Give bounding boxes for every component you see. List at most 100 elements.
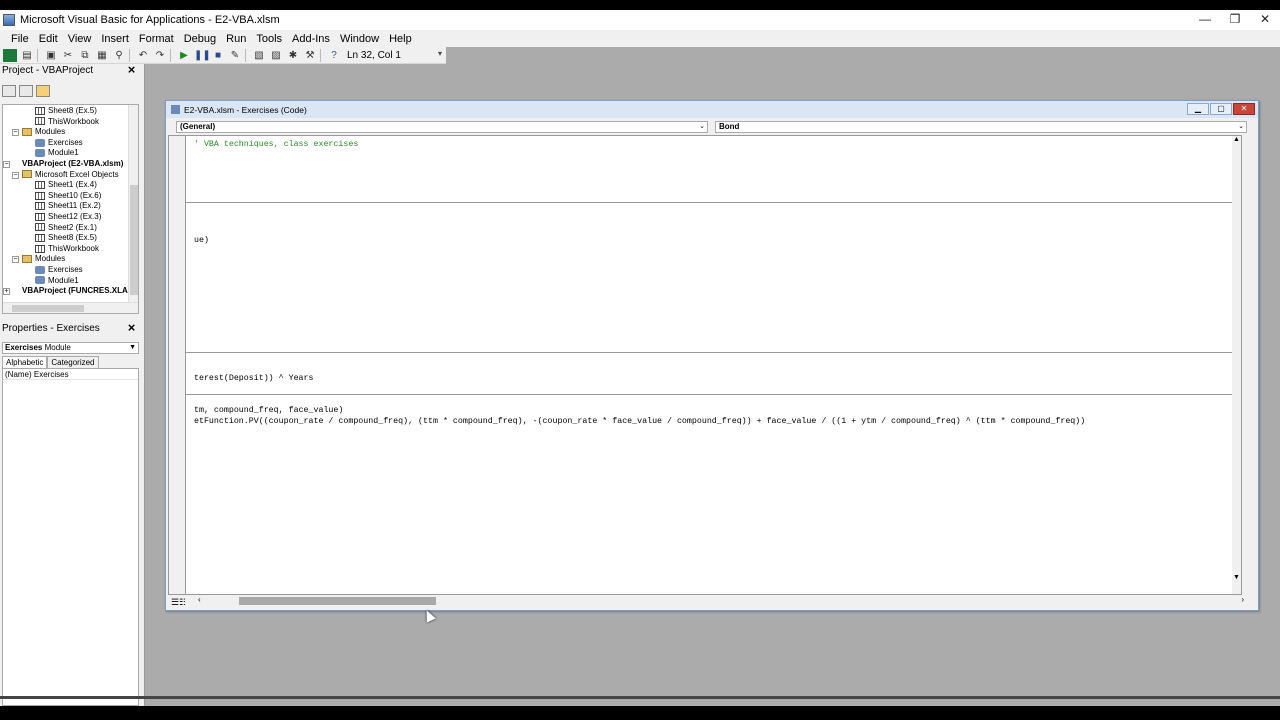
menu-insert[interactable]: Insert	[96, 33, 134, 45]
tree-node-project[interactable]: VBAProject (E2-VBA.xlsm)	[9, 159, 123, 170]
expand-toggle-icon[interactable]: −	[3, 161, 10, 168]
tree-node-sheet[interactable]: ThisWorkbook	[35, 244, 99, 255]
chevron-down-icon[interactable]: ▼	[129, 343, 136, 353]
scroll-right-icon[interactable]: ›	[1241, 595, 1244, 604]
expand-toggle-icon[interactable]: −	[12, 171, 19, 179]
tree-node-sheet[interactable]: Sheet8 (Ex.5)	[35, 233, 97, 244]
code-vertical-scrollbar[interactable]: ▲ ▼	[1232, 136, 1241, 594]
tree-node-sheet[interactable]: Sheet8 (Ex.5)	[35, 106, 97, 117]
menu-tools[interactable]: Tools	[251, 33, 287, 45]
code-margin[interactable]	[168, 135, 185, 595]
menu-edit[interactable]: Edit	[34, 33, 63, 45]
menu-add-ins[interactable]: Add-Ins	[287, 33, 335, 45]
reset-icon[interactable]: ■	[211, 49, 225, 62]
scroll-up-icon[interactable]: ▲	[1233, 136, 1240, 143]
tree-node-module[interactable]: Exercises	[35, 138, 83, 149]
toolbox-icon[interactable]: ⚒	[303, 49, 317, 62]
properties-object-select[interactable]: Exercises Module ▼	[2, 342, 139, 354]
menu-help[interactable]: Help	[384, 33, 417, 45]
tree-node-label: VBAProject (FUNCRES.XLAM)	[22, 286, 138, 296]
tree-node-folder[interactable]: Modules	[22, 127, 65, 138]
code-horizontal-scrollbar[interactable]: ‹ ›	[185, 595, 1252, 607]
find-icon[interactable]: ⚲	[112, 49, 126, 62]
close-properties-pane-button[interactable]: ×	[125, 321, 138, 335]
menu-view[interactable]: View	[63, 33, 97, 45]
close-button[interactable]: ✕	[1250, 10, 1280, 30]
close-project-pane-button[interactable]: ×	[125, 63, 138, 77]
property-row-name[interactable]: (Name) Exercises	[3, 369, 138, 380]
project-tree[interactable]: Sheet8 (Ex.5) ThisWorkbook Modules − Exercis…	[2, 104, 139, 314]
left-dock: Project - VBAProject × Sheet8 (Ex.5) This…	[0, 63, 145, 706]
code-line[interactable]: terest(Deposit)) ^ Years	[194, 374, 314, 383]
menu-file[interactable]: File	[6, 33, 34, 45]
toggle-folders-icon[interactable]	[36, 85, 50, 97]
code-line[interactable]: etFunction.PV((coupon_rate / compound_fr…	[194, 417, 1085, 426]
toolbar-grip-icon[interactable]: ▾	[438, 49, 444, 63]
copy-icon[interactable]: ⧉	[78, 49, 92, 62]
window-controls: — ❐ ✕	[1190, 10, 1280, 30]
help-icon[interactable]: ?	[327, 49, 341, 62]
insert-userform-icon[interactable]: ▤	[20, 49, 34, 62]
menu-format[interactable]: Format	[134, 33, 179, 45]
expand-toggle-icon[interactable]: +	[3, 288, 10, 296]
scroll-down-icon[interactable]: ▼	[1233, 574, 1240, 581]
code-minimize-button[interactable]: ▁	[1187, 103, 1209, 115]
project-explorer-icon[interactable]: ▧	[252, 49, 266, 62]
excel-icon[interactable]	[3, 48, 17, 62]
menu-window[interactable]: Window	[335, 33, 384, 45]
paste-icon[interactable]: ▦	[95, 49, 109, 62]
code-line[interactable]: tm, compound_freq, face_value)	[194, 406, 343, 415]
chevron-down-icon[interactable]: ⌄	[699, 122, 705, 132]
code-editor[interactable]: ' VBA techniques, class exercises ue) te…	[185, 135, 1242, 595]
menu-debug[interactable]: Debug	[179, 33, 221, 45]
window-title: Microsoft Visual Basic for Applications …	[20, 14, 280, 26]
code-close-button[interactable]: ✕	[1233, 103, 1255, 115]
run-icon[interactable]: ▶	[177, 49, 191, 62]
tree-node-sheet[interactable]: Sheet10 (Ex.6)	[35, 191, 101, 202]
module-icon	[171, 105, 180, 114]
properties-pane-header: Properties - Exercises ×	[0, 321, 141, 336]
object-combo[interactable]: (General) ⌄	[176, 121, 708, 133]
cut-icon[interactable]: ✂	[61, 49, 75, 62]
tree-node-folder[interactable]: Microsoft Excel Objects	[22, 170, 119, 181]
scroll-left-icon[interactable]: ‹	[198, 595, 201, 604]
expand-toggle-icon[interactable]: −	[12, 256, 19, 264]
tab-categorized[interactable]: Categorized	[47, 356, 99, 368]
scroll-thumb[interactable]	[12, 305, 84, 312]
restore-button[interactable]: ❐	[1220, 10, 1250, 30]
break-icon[interactable]: ❚❚	[194, 49, 211, 62]
view-code-icon[interactable]	[2, 85, 16, 97]
tree-node-module[interactable]: Module1	[35, 276, 79, 287]
menu-run[interactable]: Run	[221, 33, 251, 45]
scroll-thumb[interactable]	[130, 185, 138, 295]
expand-toggle-icon[interactable]: −	[12, 129, 19, 137]
folder-icon	[22, 255, 32, 264]
scroll-thumb[interactable]	[239, 597, 436, 605]
undo-icon[interactable]: ↶	[136, 49, 150, 62]
code-maximize-button[interactable]: ▢	[1210, 103, 1232, 115]
tree-node-label: Exercises	[48, 265, 83, 274]
code-line[interactable]: ' VBA techniques, class exercises	[194, 140, 358, 149]
tree-node-folder[interactable]: Modules	[22, 254, 65, 265]
tree-node-sheet[interactable]: Sheet2 (Ex.1)	[35, 223, 97, 234]
properties-window-icon[interactable]: ▨	[269, 49, 283, 62]
tree-vertical-scrollbar[interactable]	[128, 105, 138, 303]
tree-node-sheet[interactable]: Sheet11 (Ex.2)	[35, 201, 101, 212]
tree-node-sheet[interactable]: ThisWorkbook	[35, 117, 99, 128]
tree-node-sheet[interactable]: Sheet12 (Ex.3)	[35, 212, 101, 223]
tree-node-project[interactable]: VBAProject (FUNCRES.XLAM)	[9, 286, 137, 297]
object-browser-icon[interactable]: ✱	[286, 49, 300, 62]
tree-node-sheet[interactable]: Sheet1 (Ex.4)	[35, 180, 97, 191]
tab-alphabetic[interactable]: Alphabetic	[2, 356, 48, 368]
view-object-icon[interactable]	[19, 85, 33, 97]
redo-icon[interactable]: ↷	[153, 49, 167, 62]
tree-horizontal-scrollbar[interactable]	[3, 302, 138, 313]
tree-node-module[interactable]: Module1	[35, 148, 79, 159]
minimize-button[interactable]: —	[1190, 10, 1220, 30]
chevron-down-icon[interactable]: ⌄	[1238, 122, 1244, 132]
save-icon[interactable]: ▣	[44, 49, 58, 62]
procedure-combo[interactable]: Bond ⌄	[715, 121, 1247, 133]
tree-node-module[interactable]: Exercises	[35, 265, 83, 276]
design-mode-icon[interactable]: ✎	[228, 49, 242, 62]
code-line[interactable]: ue)	[194, 236, 209, 245]
